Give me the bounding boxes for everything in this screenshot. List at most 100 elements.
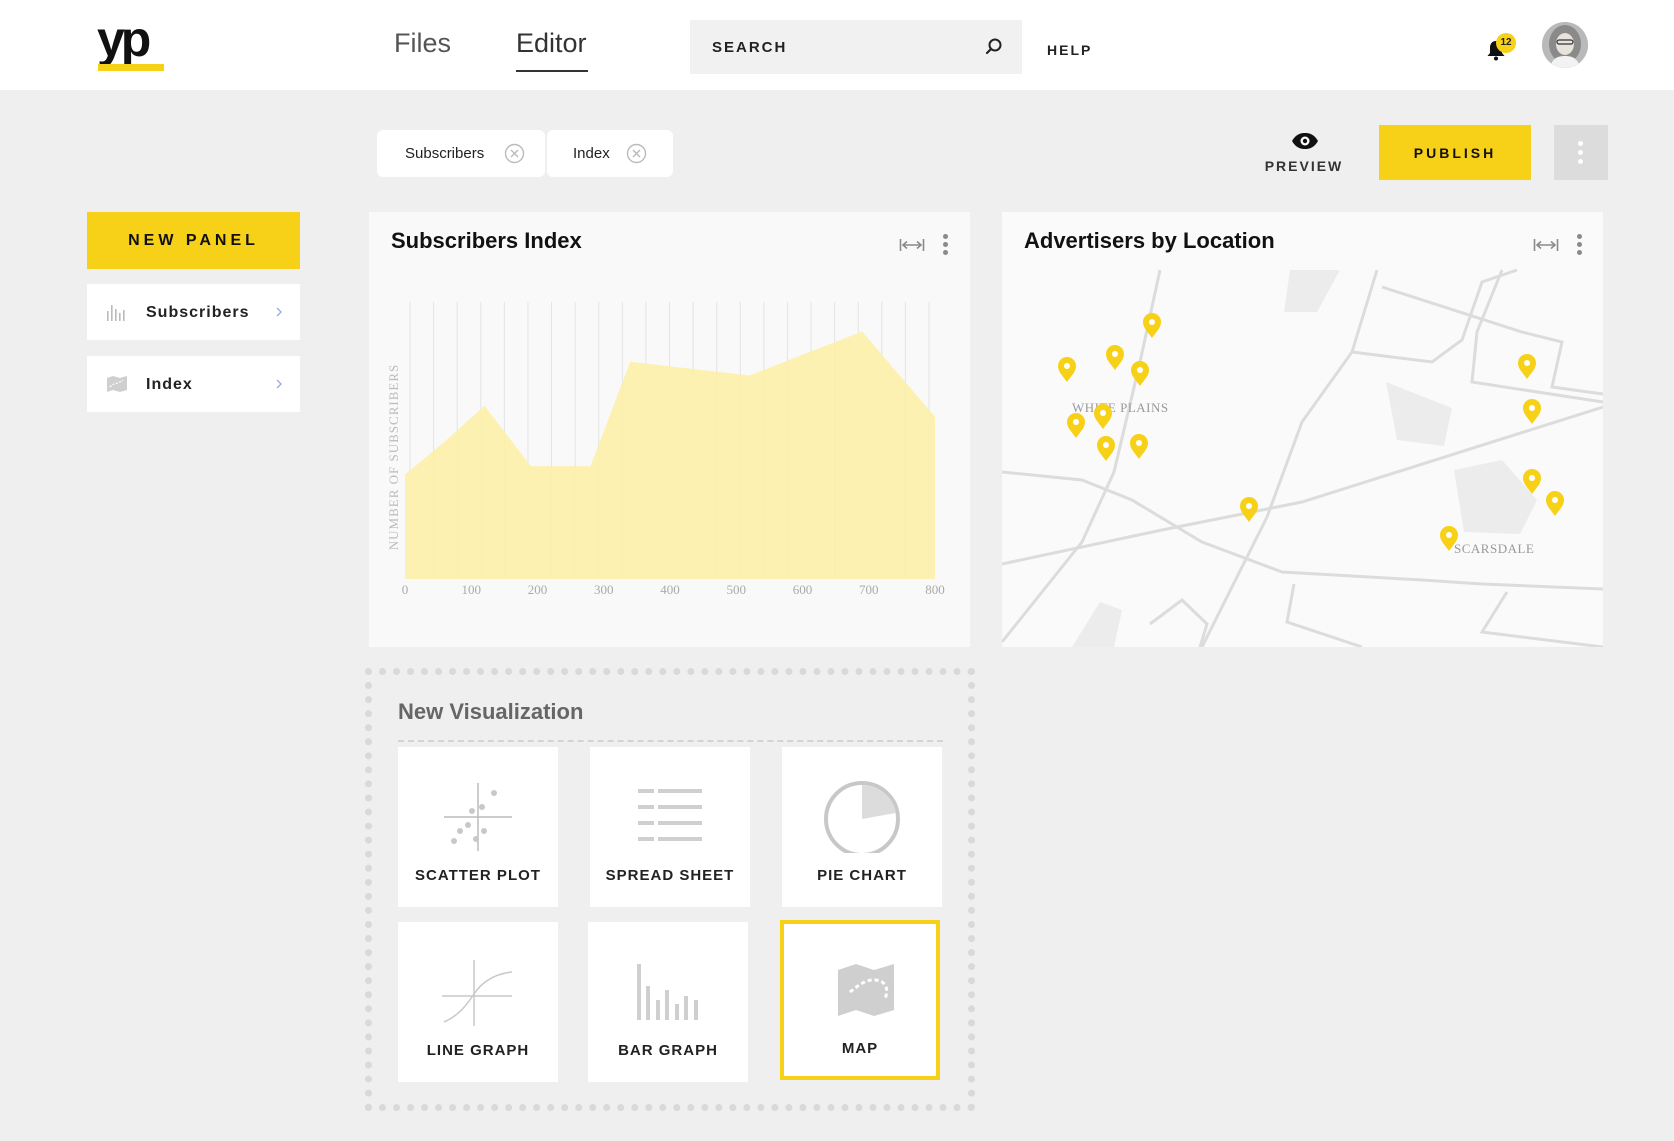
sidebar-item-label: Index (146, 376, 193, 393)
map-pin-icon[interactable] (1130, 434, 1148, 459)
bar-chart-icon (107, 305, 125, 321)
kebab-dot (942, 250, 948, 255)
tile-bar-graph[interactable]: BAR GRAPH (588, 922, 748, 1082)
panel-title: Subscribers Index (391, 228, 582, 253)
chevron-right-icon (276, 307, 282, 317)
spreadsheet-icon (638, 789, 702, 841)
tab-files[interactable]: Files (394, 28, 451, 59)
tile-label: PIE CHART (817, 867, 907, 884)
map-building (1072, 602, 1122, 647)
expand-icon[interactable] (1533, 238, 1559, 252)
area-series (405, 331, 935, 579)
chevron-right-icon (276, 379, 282, 389)
x-tick-label: 700 (859, 582, 879, 597)
publish-button[interactable]: PUBLISH (1379, 125, 1531, 180)
tile-line-graph[interactable]: LINE GRAPH (398, 922, 558, 1082)
advertisers-map-panel: WHITE PLAINS SCARSDALE Advertisers by Lo… (1002, 212, 1603, 647)
x-tick-label: 800 (925, 582, 945, 597)
kebab-dot (1578, 150, 1583, 155)
tile-spread-sheet[interactable]: SPREAD SHEET (590, 747, 750, 907)
tile-map[interactable]: MAP (780, 920, 940, 1080)
y-axis-label: NUMBER OF SUBSCRIBERS (386, 364, 401, 550)
tile-pie-chart[interactable]: PIE CHART (782, 747, 942, 907)
kebab-dot (942, 242, 948, 247)
tab-editor[interactable]: Editor (516, 28, 587, 59)
new-visualization-title: New Visualization (398, 699, 584, 724)
sidebar-item-label: Subscribers (146, 304, 250, 321)
map-pin-icon[interactable] (1523, 399, 1541, 424)
sidebar-item-index[interactable]: Index (87, 356, 300, 412)
search-icon[interactable] (982, 35, 1006, 59)
scatter-plot-icon (444, 783, 512, 851)
expand-icon[interactable] (899, 238, 925, 252)
city-label-white-plains: WHITE PLAINS (1072, 400, 1169, 415)
subscribers-index-panel: 0 100 200 300 400 500 600 700 800 NUMBER OF SUBSC… (369, 212, 970, 647)
new-visualization-dropzone[interactable]: New Visualization SCATTER PLOT SPREAD SH… (365, 668, 975, 1111)
tile-label: LINE GRAPH (426, 1042, 530, 1059)
advertisers-map[interactable]: WHITE PLAINS SCARSDALE (1002, 212, 1603, 647)
map-icon (107, 376, 127, 392)
map-pin-icon[interactable] (1067, 413, 1085, 438)
new-panel-button[interactable]: NEW PANEL (87, 212, 300, 269)
tile-label: SPREAD SHEET (605, 867, 735, 884)
map-icon (838, 964, 894, 1016)
logo-underline (98, 64, 164, 71)
sidebar-item-subscribers[interactable]: Subscribers (87, 284, 300, 340)
x-tick-label: 100 (462, 582, 482, 597)
x-tick-label: 300 (594, 582, 614, 597)
map-pin-icon[interactable] (1518, 354, 1536, 379)
x-tick-label: 600 (793, 582, 813, 597)
tile-label: BAR GRAPH (618, 1042, 718, 1059)
panel-title: Advertisers by Location (1024, 228, 1275, 253)
map-building (1386, 382, 1452, 446)
x-tick-label: 200 (528, 582, 548, 597)
x-tick-label: 400 (660, 582, 680, 597)
kebab-dot (1578, 159, 1583, 164)
preview-button[interactable]: PREVIEW (1260, 128, 1348, 178)
map-roads (1002, 268, 1603, 647)
map-pin-icon[interactable] (1097, 436, 1115, 461)
kebab-dot (1576, 242, 1582, 247)
panel-more-button[interactable] (941, 234, 949, 256)
search-input[interactable] (712, 20, 972, 74)
divider (398, 740, 943, 742)
city-label-scarsdale: SCARSDALE (1454, 541, 1534, 556)
yp-logo[interactable]: yp (97, 11, 165, 72)
x-tick-label: 500 (727, 582, 747, 597)
pie-chart-icon (824, 781, 900, 853)
kebab-dot (1576, 234, 1582, 239)
kebab-dot (1578, 141, 1583, 146)
top-header: yp Files Editor HELP 12 (0, 0, 1674, 90)
filter-chip-index[interactable]: Index (547, 130, 673, 177)
close-icon[interactable] (504, 143, 525, 164)
preview-label: PREVIEW (1264, 158, 1344, 174)
map-pin-icon[interactable] (1094, 404, 1112, 429)
tile-label: SCATTER PLOT (415, 867, 541, 884)
eye-icon (1292, 133, 1318, 149)
tile-label: MAP (841, 1040, 879, 1057)
panel-more-button[interactable] (1575, 234, 1583, 256)
help-link[interactable]: HELP (1047, 42, 1092, 58)
kebab-dot (1576, 250, 1582, 255)
filter-chip-subscribers[interactable]: Subscribers (377, 130, 545, 177)
tile-scatter-plot[interactable]: SCATTER PLOT (398, 747, 558, 907)
avatar-image (1542, 22, 1588, 68)
x-tick-label: 0 (402, 582, 409, 597)
logo-text: yp (97, 11, 151, 67)
line-graph-icon (442, 960, 513, 1026)
more-options-button[interactable] (1554, 125, 1608, 180)
map-pin-icon[interactable] (1106, 345, 1124, 370)
map-pin-icon[interactable] (1240, 497, 1258, 522)
bar-graph-icon (637, 964, 698, 1020)
map-pin-icon[interactable] (1546, 491, 1564, 516)
subscribers-area-chart: 0 100 200 300 400 500 600 700 800 NUMBER OF SUBSC… (386, 302, 945, 597)
filter-chip-label: Index (573, 145, 610, 162)
close-icon[interactable] (626, 143, 647, 164)
search-box[interactable] (690, 20, 1022, 74)
map-building (1284, 270, 1340, 312)
map-building (1454, 460, 1537, 534)
avatar[interactable] (1542, 22, 1588, 68)
kebab-dot (942, 234, 948, 239)
filter-chip-label: Subscribers (405, 145, 485, 162)
map-pin-icon[interactable] (1058, 357, 1076, 382)
